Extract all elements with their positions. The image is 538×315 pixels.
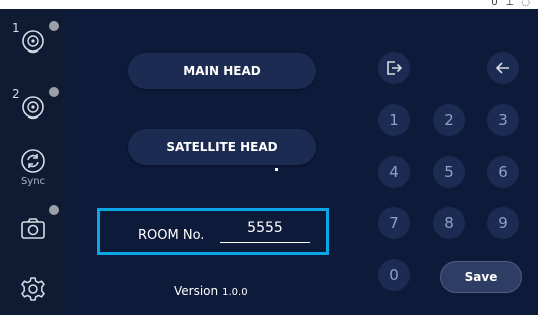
cursor-marker — [275, 168, 278, 171]
sync-icon — [21, 149, 45, 173]
backspace-arrow-icon — [495, 62, 509, 74]
room-number-field[interactable]: ROOM No. 5555 — [97, 208, 329, 255]
keypad-key-4[interactable]: 4 — [378, 156, 410, 188]
exit-icon — [387, 61, 403, 75]
app-window: ∪ ⊥ ◌ 1 2 Sync MAIN HEAD SATELLITE HEAD … — [0, 0, 538, 315]
sidebar-item-number: 2 — [12, 87, 20, 101]
keypad-key-9[interactable]: 9 — [487, 207, 519, 239]
status-dot — [49, 21, 59, 31]
settings-gear-icon — [21, 277, 45, 301]
keypad-key-6[interactable]: 6 — [487, 156, 519, 188]
status-dot — [49, 87, 59, 97]
main-head-button[interactable]: MAIN HEAD — [128, 53, 316, 89]
backspace-button[interactable] — [487, 52, 519, 84]
satellite-head-button[interactable]: SATELLITE HEAD — [128, 129, 316, 165]
status-dot — [49, 205, 59, 215]
sidebar: 1 2 Sync — [0, 9, 66, 315]
keypad-key-1[interactable]: 1 — [378, 104, 410, 136]
main-head-icon — [22, 30, 44, 54]
sidebar-item-satellite-head[interactable]: 2 — [0, 81, 66, 131]
exit-button[interactable] — [378, 52, 410, 84]
sidebar-item-main-head[interactable]: 1 — [0, 15, 66, 65]
keypad-key-5[interactable]: 5 — [433, 156, 465, 188]
sidebar-item-number: 1 — [12, 21, 20, 35]
version-text: Version 1.0.0 — [174, 284, 248, 298]
version-number: 1.0.0 — [222, 287, 248, 298]
sidebar-item-camera[interactable] — [0, 205, 66, 251]
keypad-key-7[interactable]: 7 — [378, 207, 410, 239]
satellite-head-icon — [22, 96, 44, 120]
keypad-key-8[interactable]: 8 — [433, 207, 465, 239]
status-indicators: ∪ ⊥ ◌ — [490, 0, 532, 8]
sidebar-item-settings[interactable] — [0, 275, 66, 309]
room-number-label: ROOM No. — [138, 228, 205, 243]
save-button[interactable]: Save — [440, 261, 522, 293]
sidebar-item-label: Sync — [20, 176, 46, 187]
keypad-key-2[interactable]: 2 — [433, 104, 465, 136]
room-number-input[interactable]: 5555 — [220, 220, 310, 243]
sidebar-item-sync[interactable]: Sync — [0, 147, 66, 197]
status-bar: ∪ ⊥ ◌ — [0, 0, 538, 9]
version-label: Version — [174, 284, 219, 298]
keypad-key-0[interactable]: 0 — [378, 259, 410, 291]
camera-icon — [21, 218, 45, 239]
keypad-key-3[interactable]: 3 — [487, 104, 519, 136]
